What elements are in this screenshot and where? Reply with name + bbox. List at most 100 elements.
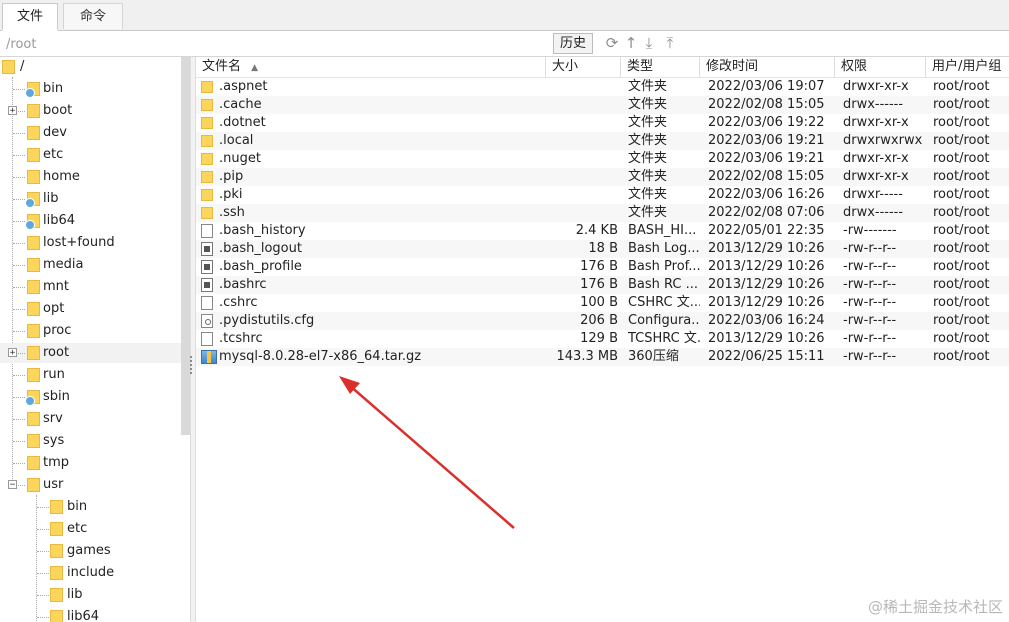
file-owner: root/root: [933, 223, 990, 238]
tree-item-tmp[interactable]: tmp: [0, 453, 181, 473]
column-header-name[interactable]: 文件名 ▲: [196, 57, 546, 77]
column-header-type[interactable]: 类型: [621, 57, 700, 77]
file-name: .bashrc: [219, 277, 267, 292]
tree-item-lib64[interactable]: lib64: [0, 211, 181, 231]
file-row[interactable]: .bash_history 2.4 KB BASH_HI... 2022/05/01 …: [196, 222, 1009, 240]
tree-item-usr[interactable]: − usr: [0, 475, 181, 495]
folder-icon: [201, 189, 213, 201]
tree-item-usr-lib64[interactable]: lib64: [0, 607, 181, 622]
file-size: 100 B: [580, 295, 618, 310]
file-name: .nuget: [219, 151, 261, 166]
file-row[interactable]: .cache 文件夹 2022/02/08 15:05 drwx------ root/…: [196, 96, 1009, 114]
tree-item-label: media: [43, 257, 84, 272]
tab-commands[interactable]: 命令: [63, 3, 123, 29]
tree-item-label: opt: [43, 301, 65, 316]
tree-item-mnt[interactable]: mnt: [0, 277, 181, 297]
file-owner: root/root: [933, 97, 990, 112]
tree-item-usr-games[interactable]: games: [0, 541, 181, 561]
collapse-icon[interactable]: −: [8, 480, 17, 490]
tree-item-label: etc: [43, 147, 64, 162]
sort-asc-icon: ▲: [251, 63, 259, 73]
file-modified: 2013/12/29 10:26: [708, 331, 825, 346]
column-header-permissions[interactable]: 权限: [835, 57, 926, 77]
file-type: CSHRC 文...: [628, 295, 700, 310]
tree-item-root[interactable]: /: [0, 57, 181, 77]
file-icon: [201, 224, 213, 238]
folder-icon: [27, 456, 40, 470]
file-row[interactable]: .pki 文件夹 2022/03/06 16:26 drwxr----- root/ro…: [196, 186, 1009, 204]
tree-item-dev[interactable]: dev: [0, 123, 181, 143]
tree-item-root[interactable]: + root: [0, 343, 181, 363]
tab-files[interactable]: 文件: [2, 3, 58, 31]
file-row[interactable]: mysql-8.0.28-el7-x86_64.tar.gz 143.3 MB 36…: [196, 348, 1009, 366]
tree-guide-line: [13, 419, 25, 420]
file-type: 文件夹: [628, 151, 668, 166]
tree-scrollbar[interactable]: [181, 57, 190, 435]
file-type: 文件夹: [628, 187, 668, 202]
tree-item-usr-bin[interactable]: bin: [0, 497, 181, 517]
tree-item-sbin[interactable]: sbin: [0, 387, 181, 407]
file-owner: root/root: [933, 331, 990, 346]
tree-item-etc[interactable]: etc: [0, 145, 181, 165]
tree-item-srv[interactable]: srv: [0, 409, 181, 429]
tree-item-usr-etc[interactable]: etc: [0, 519, 181, 539]
expand-icon[interactable]: +: [8, 348, 17, 358]
path-input[interactable]: [4, 35, 548, 55]
tree-item-boot[interactable]: + boot: [0, 101, 181, 121]
tree-guide-line: [13, 199, 25, 200]
file-row[interactable]: .dotnet 文件夹 2022/03/06 19:22 drwxr-xr-x root…: [196, 114, 1009, 132]
tree-item-home[interactable]: home: [0, 167, 181, 187]
file-permissions: -rw-r--r--: [843, 259, 897, 274]
upload-icon[interactable]: ⤒: [661, 34, 679, 52]
tree-guide-line: [13, 441, 25, 442]
file-row[interactable]: .ssh 文件夹 2022/02/08 07:06 drwx------ root/ro…: [196, 204, 1009, 222]
column-header-modified[interactable]: 修改时间: [700, 57, 835, 77]
column-header-owner[interactable]: 用户/用户组: [926, 57, 1009, 77]
history-button[interactable]: 历史: [553, 33, 593, 54]
tree-item-label: home: [43, 169, 80, 184]
file-row[interactable]: .nuget 文件夹 2022/03/06 19:21 drwxr-xr-x root/…: [196, 150, 1009, 168]
file-row[interactable]: .bash_profile 176 B Bash Prof... 2013/12/29…: [196, 258, 1009, 276]
expand-icon[interactable]: +: [8, 106, 17, 116]
column-header-size[interactable]: 大小: [546, 57, 621, 77]
file-owner: root/root: [933, 169, 990, 184]
file-row[interactable]: .aspnet 文件夹 2022/03/06 19:07 drwxr-xr-x root…: [196, 78, 1009, 96]
file-row[interactable]: .bash_logout 18 B Bash Log... 2013/12/29 10…: [196, 240, 1009, 258]
tree-guide-line: [13, 89, 25, 90]
path-bar: 历史 ⟳ ↑ ⤓ ⤒: [0, 31, 1009, 57]
tree-item-run[interactable]: run: [0, 365, 181, 385]
file-row[interactable]: .pydistutils.cfg 206 B Configura... 2022/03…: [196, 312, 1009, 330]
tree-item-label: include: [67, 565, 115, 580]
file-row[interactable]: .pip 文件夹 2022/02/08 15:05 drwxr-xr-x root/ro…: [196, 168, 1009, 186]
file-permissions: drwxr-----: [843, 187, 903, 202]
folder-icon: [27, 346, 40, 360]
file-row[interactable]: .tcshrc 129 B TCSHRC 文... 2013/12/29 10:26 -…: [196, 330, 1009, 348]
file-modified: 2022/03/06 19:07: [708, 79, 825, 94]
tree-item-media[interactable]: media: [0, 255, 181, 275]
tree-item-lib[interactable]: lib: [0, 189, 181, 209]
tree-item-lost-found[interactable]: lost+found: [0, 233, 181, 253]
file-permissions: drwxr-xr-x: [843, 115, 909, 130]
tree-item-label: lib: [43, 191, 59, 206]
download-icon[interactable]: ⤓: [640, 34, 658, 52]
tree-item-proc[interactable]: proc: [0, 321, 181, 341]
tree-item-usr-include[interactable]: include: [0, 563, 181, 583]
refresh-icon[interactable]: ⟳: [603, 34, 621, 52]
file-row[interactable]: .local 文件夹 2022/03/06 19:21 drwxrwxrwx root/…: [196, 132, 1009, 150]
tree-item-sys[interactable]: sys: [0, 431, 181, 451]
tree-guide-line: [13, 243, 25, 244]
go-up-icon[interactable]: ↑: [622, 34, 640, 52]
file-row[interactable]: .bashrc 176 B Bash RC ... 2013/12/29 10:26 -…: [196, 276, 1009, 294]
symlink-icon: [25, 88, 35, 98]
file-modified: 2022/03/06 19:21: [708, 151, 825, 166]
file-row[interactable]: .cshrc 100 B CSHRC 文... 2013/12/29 10:26 -rw…: [196, 294, 1009, 312]
tree-item-usr-lib[interactable]: lib: [0, 585, 181, 605]
folder-icon: [27, 170, 40, 184]
tree-item-label: tmp: [43, 455, 70, 470]
tree-item-label: lib64: [67, 609, 100, 622]
tree-item-bin[interactable]: bin: [0, 79, 181, 99]
directory-tree: / bin + boot dev etc home lib lib64 lost+found med…: [0, 57, 181, 622]
file-type: BASH_HI...: [628, 223, 697, 238]
tree-guide-line: [13, 265, 25, 266]
tree-item-opt[interactable]: opt: [0, 299, 181, 319]
